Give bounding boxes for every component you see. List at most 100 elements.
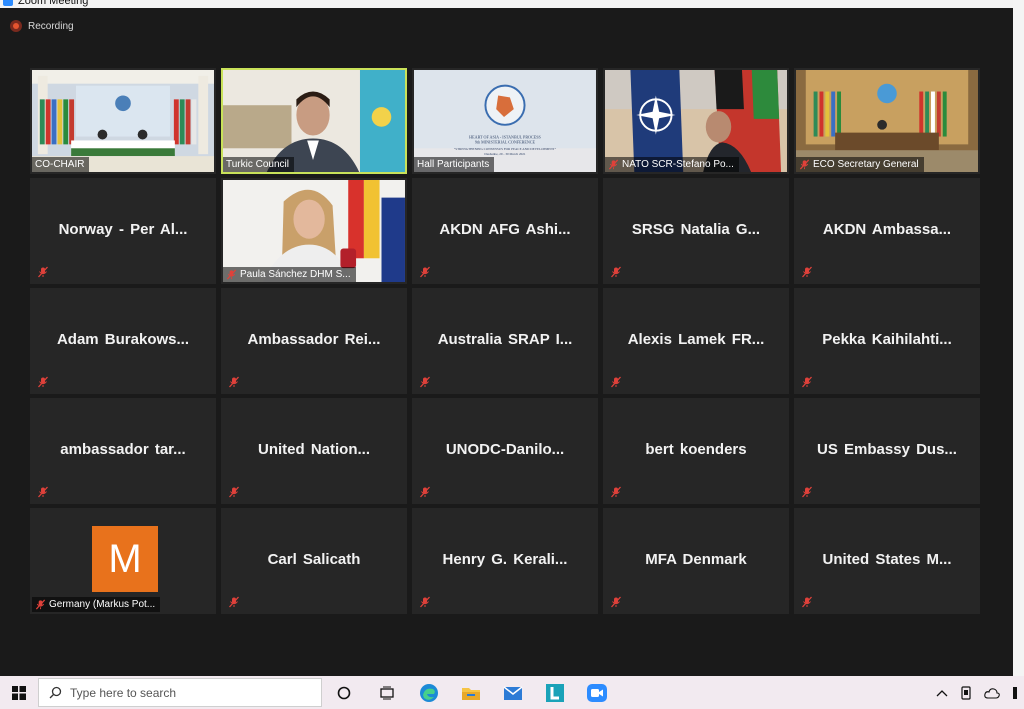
search-placeholder: Type here to search <box>70 685 177 700</box>
participant-tile[interactable]: Adam Burakows... <box>30 288 216 394</box>
gallery-grid: CO-CHAIR Turkic Council HEART OF ASIA - … <box>30 68 980 614</box>
participant-name: NATO SCR-Stefano Po... <box>622 159 734 170</box>
mail-icon <box>503 685 523 700</box>
mic-muted-icon <box>802 486 812 498</box>
mic-muted-icon <box>608 159 619 170</box>
edge-browser-icon <box>420 683 438 702</box>
zoom-app-icon <box>3 0 13 6</box>
participant-display-name: UNODC-Danilo... <box>445 440 565 458</box>
participant-display-name: United States M... <box>822 550 952 568</box>
participant-display-name: Henry G. Kerali... <box>442 550 568 568</box>
participant-display-name: MFA Denmark <box>645 550 747 568</box>
participant-tile[interactable]: MFA Denmark <box>603 508 789 614</box>
mic-muted-icon <box>611 266 621 278</box>
cortana-circle-icon <box>337 686 351 699</box>
participant-display-name: US Embassy Dus... <box>817 440 957 458</box>
mic-muted-icon <box>611 376 621 388</box>
chevron-up-icon[interactable] <box>936 688 948 698</box>
recording-icon <box>10 20 22 32</box>
participant-name-label: CO-CHAIR <box>32 157 90 172</box>
participant-name-label: Germany (Markus Pot... <box>32 597 161 612</box>
system-tray <box>936 676 1024 709</box>
zoom-app-icon <box>587 683 607 702</box>
mic-muted-icon <box>229 376 239 388</box>
participant-tile[interactable]: Carl Salicath <box>221 508 407 614</box>
zoom-taskbar-button[interactable] <box>576 676 618 709</box>
edge-taskbar-button[interactable] <box>408 676 450 709</box>
mic-muted-icon <box>802 266 812 278</box>
participant-tile[interactable]: NATO SCR-Stefano Po... <box>603 68 789 174</box>
mic-muted-icon <box>802 596 812 608</box>
participant-name: CO-CHAIR <box>35 159 85 170</box>
participant-display-name: Carl Salicath <box>267 550 361 568</box>
start-button[interactable] <box>0 676 38 709</box>
participant-tile[interactable]: bert koenders <box>603 398 789 504</box>
participant-display-name: ambassador tar... <box>60 440 186 458</box>
banner-line-3: "STRENGTHENING CONSENSUS FOR PEACE AND D… <box>454 147 557 151</box>
participant-name-label: NATO SCR-Stefano Po... <box>605 157 739 172</box>
participant-tile[interactable]: AKDN Ambassa... <box>794 178 980 284</box>
mic-muted-icon <box>226 269 237 280</box>
mic-muted-icon <box>38 376 48 388</box>
mic-muted-icon <box>802 376 812 388</box>
taskbar-search-box[interactable]: Type here to search <box>38 678 322 707</box>
participant-tile[interactable]: United Nation... <box>221 398 407 504</box>
device-icon[interactable] <box>960 685 972 700</box>
participant-name-label: Turkic Council <box>223 157 294 172</box>
participant-tile[interactable]: United States M... <box>794 508 980 614</box>
participant-tile[interactable]: Paula Sánchez DHM S... <box>221 178 407 284</box>
mail-taskbar-button[interactable] <box>492 676 534 709</box>
participant-display-name: Norway - Per Al... <box>58 220 188 238</box>
participant-display-name: United Nation... <box>258 440 370 458</box>
participant-tile[interactable]: US Embassy Dus... <box>794 398 980 504</box>
participant-tile[interactable]: Ambassador Rei... <box>221 288 407 394</box>
participant-tile[interactable]: M Germany (Markus Pot... <box>30 508 216 614</box>
file-explorer-taskbar-button[interactable] <box>450 676 492 709</box>
lync-taskbar-button[interactable] <box>534 676 576 709</box>
recording-indicator[interactable]: Recording <box>10 18 74 34</box>
banner-line-2: 9th MINISTERIAL CONFERENCE <box>475 139 536 144</box>
task-view-button[interactable] <box>366 676 408 709</box>
participant-tile[interactable]: UNODC-Danilo... <box>412 398 598 504</box>
participant-name: Turkic Council <box>226 159 289 170</box>
mic-muted-icon <box>420 596 430 608</box>
participant-tile[interactable]: Henry G. Kerali... <box>412 508 598 614</box>
participant-tile[interactable]: ECO Secretary General <box>794 68 980 174</box>
window-title: Zoom Meeting <box>18 0 89 7</box>
avatar: M <box>92 526 158 592</box>
file-explorer-icon <box>462 687 480 700</box>
participant-tile[interactable]: Alexis Lamek FR... <box>603 288 789 394</box>
participant-tile[interactable]: Pekka Kaihilahti... <box>794 288 980 394</box>
taskbar: Type here to search <box>0 676 1024 709</box>
participant-tile[interactable]: HEART OF ASIA - ISTANBUL PROCESS 9th MIN… <box>412 68 598 174</box>
participant-name-label: Paula Sánchez DHM S... <box>223 267 356 282</box>
onedrive-cloud-icon[interactable] <box>984 687 1000 699</box>
mic-muted-icon <box>420 486 430 498</box>
mic-muted-icon <box>35 599 46 610</box>
participant-display-name: Adam Burakows... <box>56 330 190 348</box>
mic-muted-icon <box>38 486 48 498</box>
participant-tile[interactable]: Australia SRAP I... <box>412 288 598 394</box>
participant-tile-active-speaker[interactable]: Turkic Council <box>221 68 407 174</box>
participant-display-name: bert koenders <box>645 440 747 458</box>
participant-display-name: Pekka Kaihilahti... <box>822 330 952 348</box>
windows-logo-icon <box>12 685 26 700</box>
task-view-icon <box>380 686 394 699</box>
participant-name-label: Hall Participants <box>414 157 495 172</box>
participant-tile[interactable]: ambassador tar... <box>30 398 216 504</box>
mic-muted-icon <box>611 596 621 608</box>
participant-tile[interactable]: SRSG Natalia G... <box>603 178 789 284</box>
participant-display-name: Australia SRAP I... <box>437 330 573 348</box>
participant-name: ECO Secretary General <box>813 159 919 170</box>
mic-muted-icon <box>229 486 239 498</box>
zoom-window: Zoom Meeting Recording CO-CHAIR Turkic C… <box>0 0 1013 676</box>
participant-name: Paula Sánchez DHM S... <box>240 269 351 280</box>
participant-tile[interactable]: AKDN AFG Ashi... <box>412 178 598 284</box>
participant-tile[interactable]: Norway - Per Al... <box>30 178 216 284</box>
mic-muted-icon <box>611 486 621 498</box>
participant-name-label: ECO Secretary General <box>796 157 924 172</box>
participant-tile[interactable]: CO-CHAIR <box>30 68 216 174</box>
cortana-button[interactable] <box>322 676 366 709</box>
tray-overflow-icon[interactable] <box>1012 686 1018 700</box>
participant-display-name: AKDN AFG Ashi... <box>439 220 571 238</box>
